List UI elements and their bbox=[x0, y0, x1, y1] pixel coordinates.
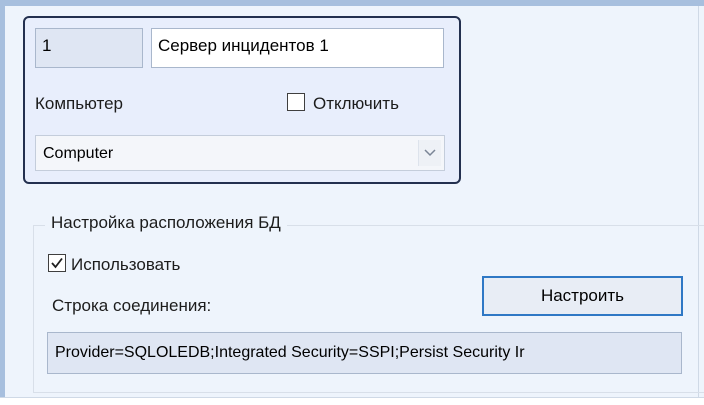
configure-button[interactable]: Настроить bbox=[482, 276, 683, 316]
left-border bbox=[0, 0, 5, 398]
connection-string-field[interactable]: Provider=SQLOLEDB;Integrated Security=SS… bbox=[47, 332, 682, 374]
connection-string-value: Provider=SQLOLEDB;Integrated Security=SS… bbox=[55, 344, 525, 361]
disable-checkbox[interactable] bbox=[287, 93, 305, 111]
object-name-field[interactable]: Сервер инцидентов 1 bbox=[151, 28, 444, 68]
db-settings-title: Настройка расположения БД bbox=[45, 214, 287, 231]
disable-label[interactable]: Отключить bbox=[313, 95, 399, 112]
computer-label: Компьютер bbox=[35, 94, 123, 113]
use-db-label[interactable]: Использовать bbox=[71, 256, 180, 273]
object-name-value: Сервер инцидентов 1 bbox=[158, 36, 329, 55]
chevron-down-icon[interactable] bbox=[418, 140, 441, 166]
object-id-value: 1 bbox=[42, 36, 52, 55]
connection-string-label: Строка соединения: bbox=[52, 296, 212, 315]
use-db-checkbox[interactable] bbox=[48, 254, 66, 272]
computer-select[interactable]: Computer bbox=[35, 135, 445, 171]
top-border bbox=[0, 0, 704, 6]
bottom-border bbox=[0, 397, 704, 398]
settings-panel: 1 Сервер инцидентов 1 Компьютер Отключит… bbox=[0, 0, 704, 398]
computer-select-value: Computer bbox=[43, 145, 114, 162]
checkmark-icon bbox=[51, 257, 63, 269]
object-id-field[interactable]: 1 bbox=[35, 28, 143, 68]
